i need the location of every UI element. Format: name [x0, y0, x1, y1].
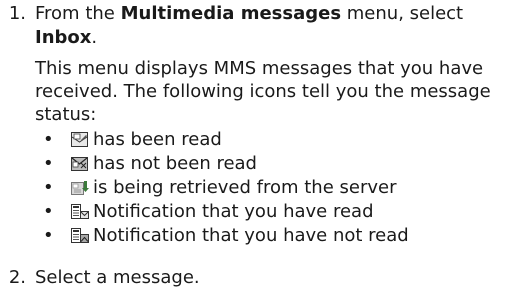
status-text: Notification that you have not read	[93, 225, 409, 246]
step-number: 1.	[8, 3, 26, 24]
description-paragraph: This menu displays MMS messages that you…	[35, 57, 520, 126]
notification-unread-icon	[71, 228, 89, 243]
bullet-icon: •	[43, 129, 54, 150]
step-text: From the Multimedia messages menu, selec…	[35, 2, 520, 50]
bullet-icon: •	[43, 153, 54, 174]
list-item: • Notification that you have read	[0, 200, 523, 224]
step-1: 1. From the Multimedia messages menu, se…	[0, 2, 523, 50]
list-item: • has been read	[0, 128, 523, 152]
description-line: This menu displays MMS messages that you…	[35, 58, 484, 79]
menu-item-name: Inbox	[35, 27, 92, 48]
notification-read-icon	[71, 204, 89, 219]
status-text: has not been read	[93, 153, 257, 174]
mms-unread-icon	[71, 157, 88, 171]
description-line: status:	[35, 104, 97, 125]
list-item: • has not been read	[0, 152, 523, 176]
mms-retrieving-icon	[71, 181, 89, 195]
instruction-document: 1. From the Multimedia messages menu, se…	[0, 0, 523, 292]
step-text: Select a message.	[35, 267, 200, 288]
description-line: received. The following icons tell you t…	[35, 81, 491, 102]
bullet-icon: •	[43, 225, 54, 246]
step-line-1: From the Multimedia messages menu, selec…	[35, 3, 464, 24]
status-text: has been read	[93, 129, 222, 150]
menu-name: Multimedia messages	[120, 3, 342, 24]
list-item: • is being retrieved from the server	[0, 176, 523, 200]
list-item: • Notification that you have not read	[0, 224, 523, 248]
step-number: 2.	[8, 267, 26, 288]
step-2: 2. Select a message.	[0, 266, 523, 290]
bullet-icon: •	[43, 177, 54, 198]
bullet-icon: •	[43, 201, 54, 222]
mms-read-icon	[71, 132, 88, 147]
status-text: is being retrieved from the server	[93, 177, 397, 198]
status-text: Notification that you have read	[93, 201, 374, 222]
step-line-2: Inbox.	[35, 27, 98, 48]
